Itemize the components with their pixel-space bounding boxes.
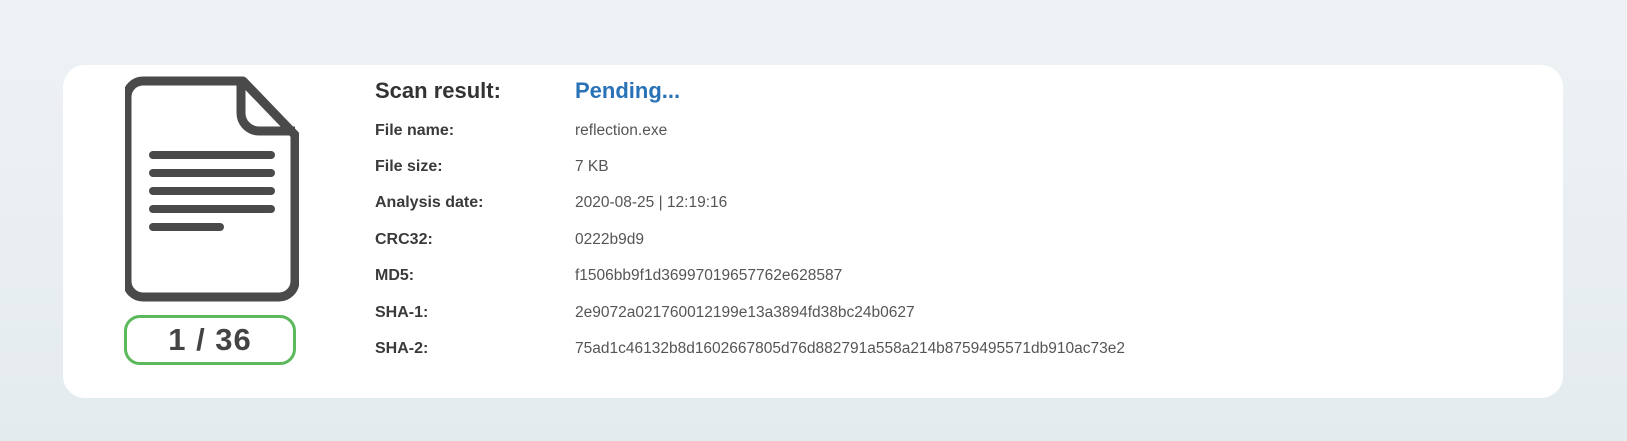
scan-result-card: 1 / 36 Scan result: Pending... File name… [63, 65, 1563, 398]
md5-label: MD5: [375, 267, 415, 284]
sha2-value: 75ad1c46132b8d1602667805d76d882791a558a2… [575, 340, 1125, 357]
crc32-value: 0222b9d9 [575, 231, 644, 248]
analysis-date-value: 2020-08-25 | 12:19:16 [575, 194, 728, 211]
md5-value: f1506bb9f1d36997019657762e628587 [575, 267, 843, 284]
file-size-value: 7 KB [575, 158, 609, 175]
scan-result-label: Scan result: [375, 78, 501, 103]
crc32-label: CRC32: [375, 231, 433, 248]
sha1-label: SHA-1: [375, 304, 429, 321]
sha2-label: SHA-2: [375, 340, 429, 357]
sha1-value: 2e9072a021760012199e13a3894fd38bc24b0627 [575, 304, 915, 321]
file-name-label: File name: [375, 122, 455, 139]
document-icon [125, 76, 299, 302]
file-size-label: File size: [375, 158, 443, 175]
detection-counter: 1 / 36 [124, 315, 296, 365]
analysis-date-label: Analysis date: [375, 194, 484, 211]
scan-result-status: Pending... [575, 78, 681, 103]
file-name-value: reflection.exe [575, 122, 668, 139]
